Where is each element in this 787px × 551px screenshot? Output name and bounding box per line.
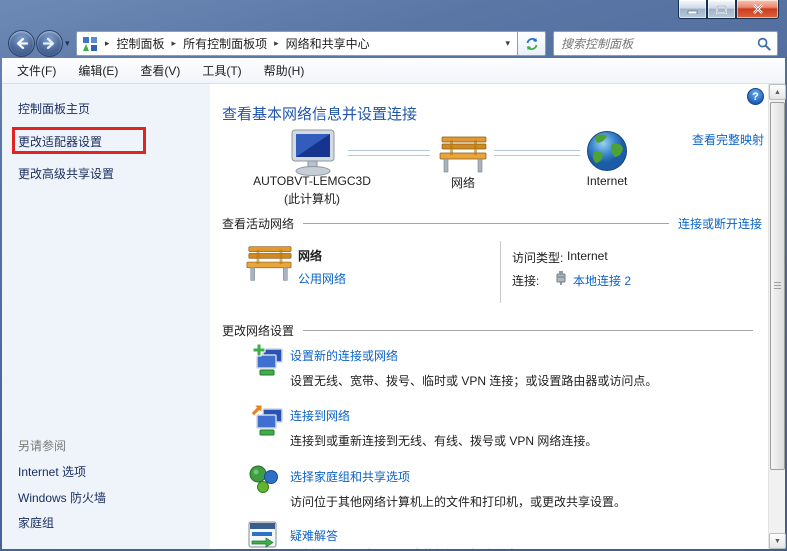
- recent-pages-dropdown[interactable]: ▾: [65, 38, 70, 49]
- sidebar-item-homegroup[interactable]: 家庭组: [18, 514, 54, 531]
- computer-name-label: AUTOBVT-LEMGC3D: [247, 174, 377, 188]
- main-panel: ? 查看基本网络信息并设置连接 AUTOBVT-LEMGC3D (此计算机) 网…: [210, 84, 768, 549]
- setup-new-connection-link[interactable]: 设置新的连接或网络: [290, 347, 398, 364]
- troubleshoot-icon: [248, 521, 278, 549]
- network-map-label: 网络: [435, 174, 491, 191]
- access-type-label: 访问类型:: [512, 249, 563, 266]
- sidebar-item-windows-firewall[interactable]: Windows 防火墙: [18, 489, 106, 506]
- internet-map-label: Internet: [567, 174, 647, 188]
- connect-to-network-desc: 连接到或重新连接到无线、有线、拨号或 VPN 网络连接。: [290, 432, 597, 449]
- menu-bar: 文件(F) 编辑(E) 查看(V) 工具(T) 帮助(H): [2, 58, 785, 84]
- map-connector-line: [494, 150, 580, 156]
- map-connector-line: [348, 150, 430, 156]
- homegroup-icon: [248, 464, 280, 494]
- search-input[interactable]: [554, 37, 757, 51]
- access-type-value: Internet: [567, 249, 608, 263]
- sidebar-item-internet-options[interactable]: Internet 选项: [18, 463, 86, 480]
- menu-edit[interactable]: 编辑(E): [67, 58, 129, 83]
- forward-button[interactable]: [36, 30, 63, 57]
- troubleshoot-link[interactable]: 疑难解答: [290, 527, 338, 544]
- scroll-down-button[interactable]: ▼: [769, 533, 786, 549]
- page-title: 查看基本网络信息并设置连接: [222, 103, 417, 124]
- computer-sublabel: (此计算机): [247, 190, 377, 207]
- scroll-down-icon: ▼: [774, 538, 781, 545]
- active-network-divider: [500, 241, 501, 303]
- task-sidebar: 控制面板主页 更改适配器设置 更改高级共享设置 另请参阅 Internet 选项…: [2, 84, 210, 549]
- back-button[interactable]: [8, 30, 35, 57]
- network-map-icon[interactable]: [438, 136, 488, 174]
- connect-to-network-link[interactable]: 连接到网络: [290, 407, 350, 424]
- menu-file[interactable]: 文件(F): [6, 58, 67, 83]
- address-bar[interactable]: ▸ 控制面板 ▸ 所有控制面板项 ▸ 网络和共享中心 ▾: [76, 31, 518, 56]
- menu-tools[interactable]: 工具(T): [191, 58, 252, 83]
- window-controls: [678, 0, 779, 19]
- internet-map-icon[interactable]: [586, 130, 628, 172]
- section-rule: [303, 330, 753, 331]
- troubleshoot-desc: 诊断并修复网络问题，或获得疑难解答信息。: [290, 546, 530, 549]
- maximize-button[interactable]: [707, 0, 736, 19]
- breadcrumb-control-panel[interactable]: 控制面板: [117, 35, 165, 52]
- breadcrumb-all-items[interactable]: 所有控制面板项: [183, 35, 267, 52]
- scroll-up-icon: ▲: [774, 89, 781, 96]
- close-button[interactable]: [736, 0, 779, 19]
- minimize-button[interactable]: [678, 0, 707, 19]
- network-type-link[interactable]: 公用网络: [298, 270, 346, 287]
- address-dropdown-icon[interactable]: ▾: [505, 38, 517, 49]
- search-box: [553, 31, 778, 56]
- public-network-icon: [245, 244, 293, 284]
- sidebar-item-control-panel-home[interactable]: 控制面板主页: [18, 100, 90, 117]
- section-rule: [303, 223, 669, 224]
- view-full-map-link[interactable]: 查看完整映射: [692, 131, 764, 148]
- breadcrumb-arrow-icon: ▸: [165, 38, 184, 49]
- scrollbar-grip: [774, 282, 781, 291]
- network-settings-title: 更改网络设置: [222, 322, 294, 339]
- breadcrumb-arrow-icon: ▸: [98, 38, 117, 49]
- setup-new-connection-desc: 设置无线、宽带、拨号、临时或 VPN 连接；或设置路由器或访问点。: [290, 372, 657, 389]
- computer-map-icon[interactable]: [284, 129, 340, 177]
- scroll-up-button[interactable]: ▲: [769, 84, 786, 100]
- help-icon: ?: [752, 91, 759, 103]
- breadcrumb-arrow-icon: ▸: [267, 38, 286, 49]
- forward-arrow-icon: [43, 38, 56, 49]
- active-networks-title: 查看活动网络: [222, 215, 294, 232]
- homegroup-sharing-options-link[interactable]: 选择家庭组和共享选项: [290, 468, 410, 485]
- back-arrow-icon: [15, 38, 28, 49]
- sidebar-item-change-advanced-sharing[interactable]: 更改高级共享设置: [18, 165, 114, 182]
- refresh-icon: [525, 37, 539, 51]
- see-also-header: 另请参阅: [18, 437, 66, 454]
- ethernet-icon: [555, 269, 567, 286]
- menu-help[interactable]: 帮助(H): [253, 58, 316, 83]
- breadcrumb-network-sharing-center[interactable]: 网络和共享中心: [286, 35, 370, 52]
- homegroup-sharing-options-desc: 访问位于其他网络计算机上的文件和打印机，或更改共享设置。: [290, 493, 626, 510]
- scrollbar-thumb[interactable]: [770, 102, 785, 470]
- control-panel-icon: [82, 36, 98, 52]
- connect-network-icon: [250, 403, 284, 437]
- vertical-scrollbar[interactable]: ▲ ▼: [768, 84, 785, 549]
- new-connection-icon: [250, 343, 284, 377]
- connect-disconnect-link[interactable]: 连接或断开连接: [678, 215, 762, 232]
- active-networks-header: 查看活动网络 连接或断开连接: [222, 215, 762, 232]
- menu-view[interactable]: 查看(V): [129, 58, 191, 83]
- sidebar-item-change-adapter-settings[interactable]: 更改适配器设置: [18, 133, 102, 150]
- active-network-name: 网络: [298, 247, 322, 264]
- maximize-icon: [716, 5, 727, 14]
- connections-label: 连接:: [512, 272, 539, 289]
- help-button[interactable]: ?: [747, 88, 764, 105]
- local-connection-link[interactable]: 本地连接 2: [573, 272, 631, 289]
- close-icon: [753, 4, 763, 14]
- network-settings-header: 更改网络设置: [222, 322, 762, 339]
- search-icon[interactable]: [757, 37, 771, 51]
- network-sharing-center-window: ▾ ▸ 控制面板 ▸ 所有控制面板项 ▸ 网络和共享中心 ▾ 文件(F) 编辑(…: [0, 0, 787, 551]
- minimize-icon: [687, 5, 698, 14]
- refresh-button[interactable]: [518, 31, 546, 56]
